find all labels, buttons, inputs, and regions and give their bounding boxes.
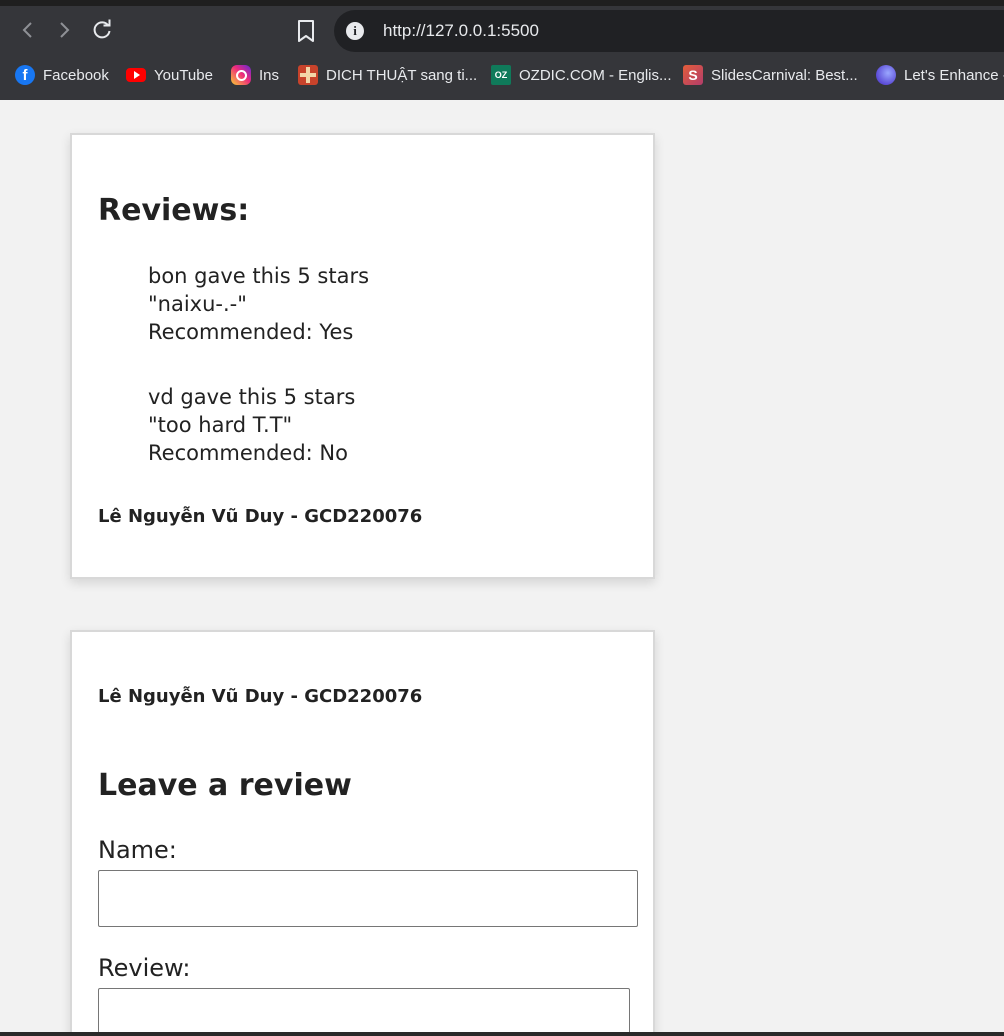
bookmark-facebook[interactable]: f Facebook — [15, 62, 109, 88]
review-list: bon gave this 5 stars "naixu-.-" Recomme… — [148, 262, 369, 504]
bookmark-ozdic[interactable]: OZ OZDIC.COM - Englis... — [491, 62, 672, 88]
bookmark-label: Let's Enhance - — [904, 66, 1004, 84]
author-credit: Lê Nguyễn Vũ Duy - GCD220076 — [98, 506, 423, 527]
reviews-heading: Reviews: — [98, 193, 250, 228]
bookmark-label: OZDIC.COM - Englis... — [519, 66, 672, 84]
browser-chrome: i http://127.0.0.1:5500 f Facebook YouTu… — [0, 0, 1004, 100]
review-summary: bon gave this 5 stars — [148, 264, 370, 288]
info-icon[interactable]: i — [346, 22, 364, 40]
bookmark-letsenhance[interactable]: Let's Enhance - — [876, 62, 1004, 88]
leave-review-heading: Leave a review — [98, 768, 352, 803]
review-label: Review: — [98, 954, 191, 982]
facebook-icon: f — [15, 65, 35, 85]
review-item: vd gave this 5 stars "too hard T.T" Reco… — [148, 383, 369, 467]
youtube-icon — [126, 68, 146, 82]
bookmark-label: Ins — [259, 66, 280, 84]
reviews-card: Reviews: bon gave this 5 stars "naixu-.-… — [70, 133, 655, 579]
review-recommended: Recommended: No — [148, 441, 348, 465]
bookmark-label: YouTube — [154, 66, 213, 84]
slidescarnival-icon: S — [683, 65, 703, 85]
review-recommended: Recommended: Yes — [148, 320, 354, 344]
instagram-icon — [231, 65, 251, 85]
review-comment: "too hard T.T" — [148, 413, 293, 437]
name-input[interactable] — [98, 870, 638, 927]
bookmark-instagram[interactable]: Ins — [231, 62, 279, 88]
bookmarks-bar: f Facebook YouTube Ins DICH THUẬT sang t… — [0, 58, 1004, 92]
tab-strip-edge — [0, 0, 1004, 6]
review-comment: "naixu-.-" — [148, 292, 247, 316]
review-item: bon gave this 5 stars "naixu-.-" Recomme… — [148, 262, 369, 346]
reload-icon[interactable] — [88, 16, 116, 44]
chevron-right-icon[interactable] — [50, 16, 78, 44]
bookmark-icon[interactable] — [294, 18, 318, 44]
window-bottom-edge — [0, 1032, 1004, 1036]
ozdic-icon: OZ — [491, 65, 511, 85]
bookmark-label: DICH THUẬT sang ti... — [326, 66, 478, 84]
bookmark-dich-thuat[interactable]: DICH THUẬT sang ti... — [298, 62, 477, 88]
bookmark-label: SlidesCarnival: Best... — [711, 66, 858, 84]
bookmark-slidescarnival[interactable]: S SlidesCarnival: Best... — [683, 62, 858, 88]
author-credit: Lê Nguyễn Vũ Duy - GCD220076 — [98, 686, 423, 707]
chevron-left-icon[interactable] — [14, 16, 42, 44]
letsenhance-icon — [876, 65, 896, 85]
bookmark-youtube[interactable]: YouTube — [126, 62, 213, 88]
review-input[interactable] — [98, 988, 630, 1036]
review-form-card: Lê Nguyễn Vũ Duy - GCD220076 Leave a rev… — [70, 630, 655, 1036]
url-text[interactable]: http://127.0.0.1:5500 — [383, 20, 539, 42]
review-summary: vd gave this 5 stars — [148, 385, 356, 409]
name-label: Name: — [98, 836, 177, 864]
oxford-crest-icon — [298, 65, 318, 85]
bookmark-label: Facebook — [43, 66, 109, 84]
